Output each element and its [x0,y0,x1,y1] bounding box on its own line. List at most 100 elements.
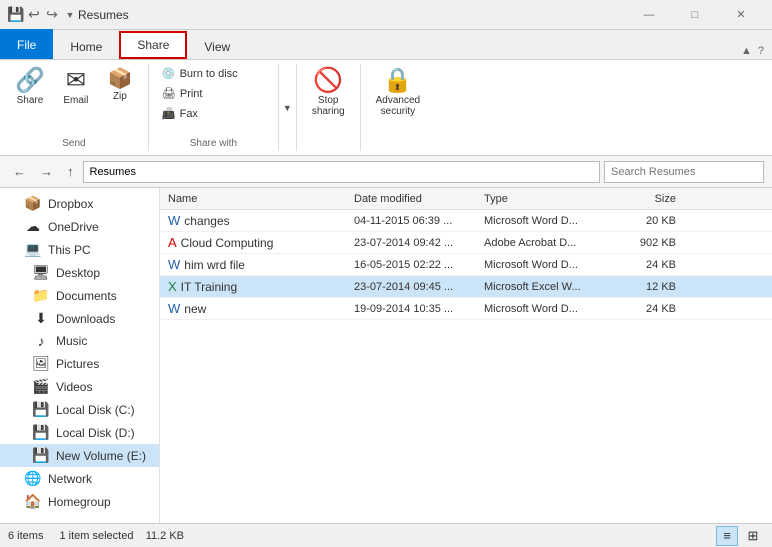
videos-icon: 🎬 [32,378,50,395]
file-date-new: 19-09-2014 10:35 ... [354,303,484,315]
pdf-icon: A [168,235,177,250]
save-icon[interactable]: 💾 [8,7,24,23]
stop-sharing-button[interactable]: 🚫 Stopsharing [305,64,352,122]
file-type-changes: Microsoft Word D... [484,215,614,227]
tab-home[interactable]: Home [53,33,119,59]
minimize-button[interactable]: — [626,0,672,30]
ribbon: 🔗 Share ✉ Email 📦 Zip Send 💿 Burn to [0,60,772,156]
col-type[interactable]: Type [484,193,614,205]
share-button[interactable]: 🔗 Share [8,64,52,111]
undo-icon[interactable]: ↩ [26,7,42,23]
redo-icon[interactable]: ↪ [44,7,60,23]
file-size-cloud: 902 KB [614,237,684,249]
downloads-icon: ⬇ [32,310,50,327]
dropdown-icon[interactable]: ▼ [62,7,78,23]
sidebar-item-videos[interactable]: 🎬 Videos [0,375,159,398]
large-icon-view-button[interactable]: ⊞ [742,526,764,546]
tab-share[interactable]: Share [119,31,187,59]
desktop-icon: 🖥 [32,264,50,281]
sidebar-item-downloads[interactable]: ⬇ Downloads [0,307,159,330]
word-icon: W [168,257,180,272]
network-icon: 🌐 [24,470,42,487]
search-input[interactable] [604,161,764,183]
sidebar-item-this-pc[interactable]: 💻 This PC [0,238,159,261]
table-row[interactable]: X IT Training 23-07-2014 09:45 ... Micro… [160,276,772,298]
file-name-him: W him wrd file [164,257,354,272]
sidebar-item-local-disk-d[interactable]: 💾 Local Disk (D:) [0,421,159,444]
sidebar-item-pictures[interactable]: 🖼 Pictures [0,352,159,375]
local-disk-c-icon: 💾 [32,401,50,418]
maximize-button[interactable]: □ [672,0,718,30]
selected-info: 1 item selected 11.2 KB [59,530,184,542]
zip-icon: 📦 [107,69,132,89]
table-row[interactable]: W new 19-09-2014 10:35 ... Microsoft Wor… [160,298,772,320]
ribbon-group-stop-sharing-items: 🚫 Stopsharing [305,64,352,136]
file-name-new: W new [164,301,354,316]
ribbon-group-send: 🔗 Share ✉ Email 📦 Zip Send [0,64,149,151]
email-icon: ✉ [66,69,86,93]
file-type-cloud: Adobe Acrobat D... [484,237,614,249]
file-date-changes: 04-11-2015 06:39 ... [354,215,484,227]
new-volume-e-icon: 💾 [32,447,50,464]
file-list: Name Date modified Type Size W changes 0… [160,188,772,523]
homegroup-icon: 🏠 [24,493,42,510]
sidebar-item-desktop[interactable]: 🖥 Desktop [0,261,159,284]
quick-access-toolbar: 💾 ↩ ↪ ▼ [8,7,78,23]
burn-to-disc-button[interactable]: 💿 Burn to disc [157,64,243,83]
forward-button[interactable]: → [35,161,58,182]
col-size[interactable]: Size [614,193,684,205]
window-controls: — □ ✕ [626,0,764,30]
file-size-it: 12 KB [614,281,684,293]
local-disk-d-icon: 💾 [32,424,50,441]
music-icon: ♪ [32,333,50,349]
ribbon-group-send-label: Send [8,136,140,151]
word-icon: W [168,301,180,316]
file-size-him: 24 KB [614,259,684,271]
sidebar-item-network[interactable]: 🌐 Network [0,467,159,490]
print-button[interactable]: 🖨 Print [157,84,208,103]
table-row[interactable]: W changes 04-11-2015 06:39 ... Microsoft… [160,210,772,232]
details-view-button[interactable]: ≡ [716,526,738,546]
ribbon-group-adv-sec-items: 🔒 Advancedsecurity [369,64,427,136]
share-with-dropdown[interactable]: ▼ [279,64,297,151]
file-size-changes: 20 KB [614,215,684,227]
file-type-new: Microsoft Word D... [484,303,614,315]
advanced-security-button[interactable]: 🔒 Advancedsecurity [369,64,427,122]
stop-sharing-icon: 🚫 [313,69,343,93]
documents-icon: 📁 [32,287,50,304]
sidebar-item-homegroup[interactable]: 🏠 Homegroup [0,490,159,513]
status-bar: 6 items 1 item selected 11.2 KB ≡ ⊞ [0,523,772,547]
word-icon: W [168,213,180,228]
tab-file[interactable]: File [0,29,53,59]
file-date-cloud: 23-07-2014 09:42 ... [354,237,484,249]
file-type-him: Microsoft Word D... [484,259,614,271]
sidebar-item-documents[interactable]: 📁 Documents [0,284,159,307]
collapse-ribbon-btn[interactable]: ▲ [741,45,752,57]
sidebar: 📦 Dropbox ☁ OneDrive 💻 This PC 🖥 Desktop… [0,188,160,523]
sidebar-item-new-volume-e[interactable]: 💾 New Volume (E:) [0,444,159,467]
col-name[interactable]: Name [164,193,354,205]
sidebar-item-music[interactable]: ♪ Music [0,330,159,352]
sidebar-item-dropbox[interactable]: 📦 Dropbox [0,192,159,215]
fax-button[interactable]: 📠 Fax [157,104,203,123]
ribbon-group-advanced-security: 🔒 Advancedsecurity - [361,64,435,151]
close-button[interactable]: ✕ [718,0,764,30]
help-btn[interactable]: ? [758,45,764,57]
sidebar-item-local-disk-c[interactable]: 💾 Local Disk (C:) [0,398,159,421]
col-date[interactable]: Date modified [354,193,484,205]
main-area: 📦 Dropbox ☁ OneDrive 💻 This PC 🖥 Desktop… [0,188,772,523]
ribbon-group-send-items: 🔗 Share ✉ Email 📦 Zip [8,64,140,136]
up-button[interactable]: ↑ [62,161,79,182]
table-row[interactable]: A Cloud Computing 23-07-2014 09:42 ... A… [160,232,772,254]
tab-view[interactable]: View [187,33,247,59]
zip-button[interactable]: 📦 Zip [100,64,140,107]
pictures-icon: 🖼 [32,355,50,372]
sidebar-item-onedrive[interactable]: ☁ OneDrive [0,215,159,238]
address-input[interactable] [83,161,601,183]
email-button[interactable]: ✉ Email [56,64,96,111]
file-size-new: 24 KB [614,303,684,315]
back-button[interactable]: ← [8,161,31,182]
share-icon: 🔗 [15,69,45,93]
table-row[interactable]: W him wrd file 16-05-2015 02:22 ... Micr… [160,254,772,276]
address-bar: ← → ↑ [0,156,772,188]
